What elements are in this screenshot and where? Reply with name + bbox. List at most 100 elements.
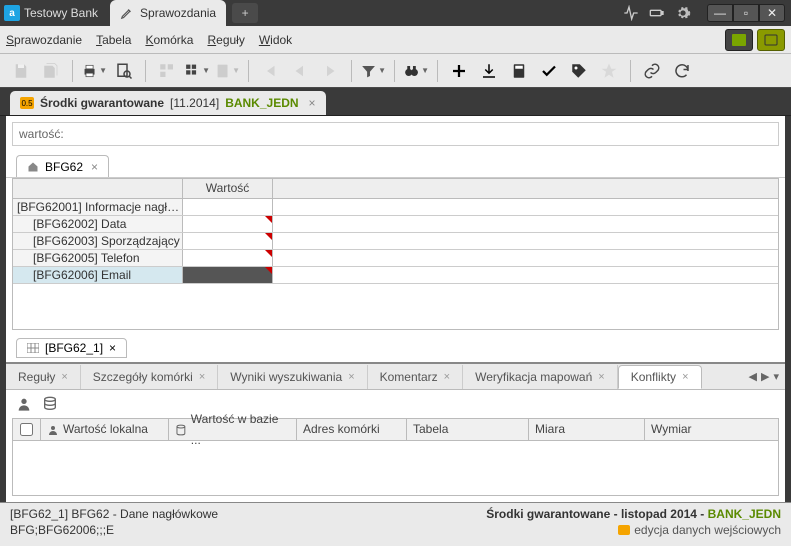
- calculator-button[interactable]: [506, 58, 532, 84]
- table-row[interactable]: [BFG62002] Data: [13, 216, 778, 233]
- table-row[interactable]: [BFG62006] Email: [13, 267, 778, 284]
- minimize-button[interactable]: —: [707, 4, 733, 22]
- app-icon: a: [4, 5, 20, 21]
- binoculars-button[interactable]: ▼: [403, 58, 429, 84]
- sheet-tab[interactable]: BFG62 ×: [16, 155, 109, 177]
- tabs-menu-icon[interactable]: ▾: [773, 370, 779, 383]
- bottom-tab-komentarz[interactable]: Komentarz×: [368, 365, 463, 389]
- close-icon[interactable]: ×: [348, 371, 354, 383]
- preview-button[interactable]: [111, 58, 137, 84]
- database-icon[interactable]: [42, 396, 58, 412]
- table-row[interactable]: [BFG62003] Sporządzający: [13, 233, 778, 250]
- cell[interactable]: [183, 267, 273, 283]
- bottom-tab-szczegóły-komórki[interactable]: Szczegóły komórki×: [81, 365, 218, 389]
- mini-tab-close-icon[interactable]: ×: [109, 341, 116, 355]
- grid[interactable]: Wartość [BFG62001] Informacje nagłó...[B…: [12, 178, 779, 330]
- sheet-close-icon[interactable]: ×: [91, 160, 98, 174]
- add-button[interactable]: [446, 58, 472, 84]
- close-icon[interactable]: ×: [598, 371, 604, 383]
- error-flag-icon: [265, 233, 272, 240]
- value-input[interactable]: [70, 123, 778, 145]
- print-button[interactable]: ▼: [81, 58, 107, 84]
- table-row[interactable]: [BFG62005] Telefon: [13, 250, 778, 267]
- doc-title: Środki gwarantowane: [40, 96, 164, 110]
- filter-button[interactable]: ▼: [360, 58, 386, 84]
- close-icon[interactable]: ×: [199, 371, 205, 383]
- calc-button: ▼: [214, 58, 240, 84]
- menu-reguly[interactable]: Reguły: [207, 33, 244, 47]
- refresh-button[interactable]: [669, 58, 695, 84]
- bottom-tab-reguły[interactable]: Reguły×: [6, 365, 81, 389]
- bottom-tabs: Reguły×Szczegóły komórki×Wyniki wyszukiw…: [6, 364, 785, 390]
- col-table[interactable]: Tabela: [407, 419, 529, 440]
- battery-icon[interactable]: [649, 5, 665, 21]
- tag-button[interactable]: [566, 58, 592, 84]
- status-cell-ref: BFG;BFG62006;;;E: [10, 523, 218, 537]
- document-tab[interactable]: 0.5 Środki gwarantowane [11.2014] BANK_J…: [10, 91, 326, 115]
- tabs-next-icon[interactable]: ▶: [761, 370, 769, 383]
- user-icon: [47, 424, 59, 436]
- link-button[interactable]: [639, 58, 665, 84]
- error-flag-icon: [265, 250, 272, 257]
- gear-icon[interactable]: [675, 5, 691, 21]
- doc-close-icon[interactable]: ×: [309, 96, 316, 110]
- prev-button: [287, 58, 313, 84]
- menubar: Sprawozdanie Tabela Komórka Reguły Widok: [0, 26, 791, 54]
- maximize-button[interactable]: ▫: [733, 4, 759, 22]
- check-button[interactable]: [536, 58, 562, 84]
- title-tab-reports[interactable]: Sprawozdania: [110, 0, 226, 26]
- col-header[interactable]: Wartość: [183, 179, 273, 198]
- row-header[interactable]: [BFG62006] Email: [13, 267, 183, 283]
- menu-tabela[interactable]: Tabela: [96, 33, 131, 47]
- table-row[interactable]: [BFG62001] Informacje nagłó...: [13, 199, 778, 216]
- bottom-tab-weryfikacja-mapowań[interactable]: Weryfikacja mapowań×: [463, 365, 618, 389]
- document-tabs: 0.5 Środki gwarantowane [11.2014] BANK_J…: [0, 88, 791, 116]
- toolbar: ▼ ▼ ▼ ▼ ▼: [0, 54, 791, 88]
- doc-period: [11.2014]: [170, 96, 219, 110]
- cell[interactable]: [183, 250, 273, 266]
- cells-button: [154, 58, 180, 84]
- row-header[interactable]: [BFG62002] Data: [13, 216, 183, 232]
- activity-icon[interactable]: [623, 5, 639, 21]
- error-flag-icon: [265, 267, 272, 274]
- col-local-value[interactable]: Wartość lokalna: [41, 419, 169, 440]
- bottom-tab-konflikty[interactable]: Konflikty×: [618, 365, 702, 389]
- cell[interactable]: [183, 199, 273, 215]
- menu-sprawozdanie[interactable]: Sprawozdanie: [6, 33, 82, 47]
- doc-bank: BANK_JEDN: [225, 96, 298, 110]
- col-db-value[interactable]: Wartość w bazie ...: [169, 419, 297, 440]
- bottom-tab-wyniki-wyszukiwania[interactable]: Wyniki wyszukiwania×: [218, 365, 367, 389]
- titlebar: a Testowy Bank Sprawozdania + — ▫ ✕: [0, 0, 791, 26]
- row-header[interactable]: [BFG62003] Sporządzający: [13, 233, 183, 249]
- col-dimension[interactable]: Wymiar: [645, 419, 778, 440]
- tabs-prev-icon[interactable]: ◀: [749, 370, 757, 383]
- statusbar: [BFG62_1] BFG62 - Dane nagłówkowe BFG;BF…: [0, 502, 791, 546]
- next-button: [317, 58, 343, 84]
- status-report-title: Środki gwarantowane - listopad 2014 - BA…: [486, 507, 781, 521]
- close-icon[interactable]: ×: [682, 371, 688, 383]
- view-mode-full[interactable]: [757, 29, 785, 51]
- conflict-table: Wartość lokalna Wartość w bazie ... Adre…: [12, 418, 779, 496]
- view-mode-compact[interactable]: [725, 29, 753, 51]
- row-header[interactable]: [BFG62001] Informacje nagłó...: [13, 199, 183, 215]
- col-measure[interactable]: Miara: [529, 419, 645, 440]
- cell[interactable]: [183, 233, 273, 249]
- status-path: [BFG62_1] BFG62 - Dane nagłówkowe: [10, 507, 218, 521]
- col-checkbox[interactable]: [13, 419, 41, 440]
- download-button[interactable]: [476, 58, 502, 84]
- home-icon: [27, 161, 39, 173]
- close-button[interactable]: ✕: [759, 4, 785, 22]
- mini-tab-label: [BFG62_1]: [45, 341, 103, 355]
- col-cell-address[interactable]: Adres komórki: [297, 419, 407, 440]
- user-icon[interactable]: [16, 396, 32, 412]
- manage-button[interactable]: ▼: [184, 58, 210, 84]
- menu-widok[interactable]: Widok: [259, 33, 292, 47]
- close-icon[interactable]: ×: [61, 371, 67, 383]
- menu-komorka[interactable]: Komórka: [145, 33, 193, 47]
- close-icon[interactable]: ×: [444, 371, 450, 383]
- sheet-label: BFG62: [45, 160, 83, 174]
- mini-tab[interactable]: [BFG62_1] ×: [16, 338, 127, 358]
- cell[interactable]: [183, 216, 273, 232]
- row-header[interactable]: [BFG62005] Telefon: [13, 250, 183, 266]
- new-tab-button[interactable]: +: [232, 3, 258, 23]
